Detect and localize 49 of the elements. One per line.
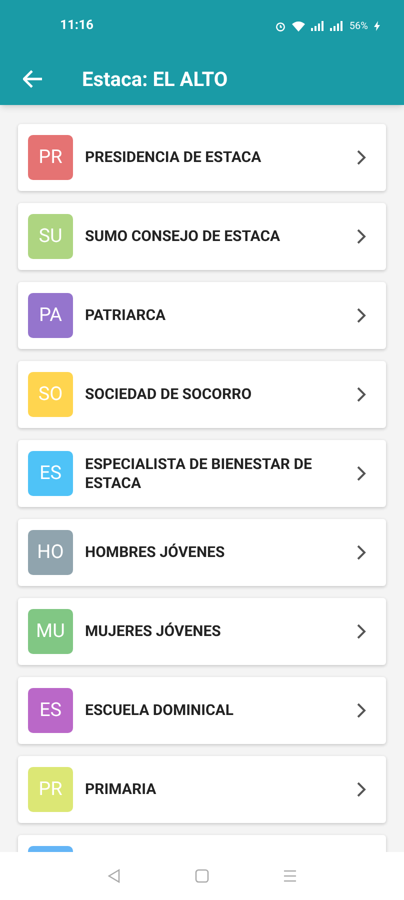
list-item-card[interactable]: ES ESCUELA DOMINICAL: [18, 677, 386, 744]
signal-icon: [311, 21, 324, 31]
list-item-card[interactable]: MU MUJERES JÓVENES: [18, 598, 386, 665]
signal-icon: [330, 21, 344, 31]
wifi-icon: [292, 20, 306, 32]
back-icon: [23, 70, 43, 88]
chevron-right-icon: [357, 782, 366, 797]
chevron-right-icon: [357, 150, 366, 165]
back-nav-icon[interactable]: [107, 869, 121, 883]
initials-avatar: ES: [28, 688, 73, 733]
initials-avatar: HO: [28, 530, 73, 575]
initials-avatar: PR: [28, 135, 73, 180]
item-label: HOMBRES JÓVENES: [85, 543, 226, 562]
initials-avatar: PA: [28, 293, 73, 338]
chevron-right-icon: [357, 466, 366, 481]
chevron-right-icon: [357, 387, 366, 402]
item-label: SOCIEDAD DE SOCORRO: [85, 385, 253, 404]
item-label: ESCUELA DOMINICAL: [85, 701, 234, 720]
charging-icon: [374, 21, 380, 31]
back-button[interactable]: [22, 68, 44, 90]
item-label: MUJERES JÓVENES: [85, 622, 222, 641]
list-item-card[interactable]: HO HOMBRES JÓVENES: [18, 519, 386, 586]
initials-avatar: PR: [28, 767, 73, 812]
item-label: ESPECIALISTA DE BIENESTAR DE ESTACA: [85, 454, 313, 492]
initials-avatar: SO: [28, 372, 73, 417]
app-bar-title: Estaca: EL ALTO: [82, 66, 228, 92]
initials-avatar: SU: [28, 214, 73, 259]
item-label: SUMO CONSEJO DE ESTACA: [85, 227, 282, 246]
list-item-card[interactable]: PR PRESIDENCIA DE ESTACA: [18, 124, 386, 191]
menu-nav-icon[interactable]: [283, 869, 297, 883]
chevron-right-icon: [357, 308, 366, 323]
initials-avatar: MU: [28, 609, 73, 654]
chevron-right-icon: [357, 624, 366, 639]
chevron-right-icon: [357, 229, 366, 244]
chevron-right-icon: [357, 545, 366, 560]
list-item-card[interactable]: SU SUMO CONSEJO DE ESTACA: [18, 203, 386, 270]
item-label: PRESIDENCIA DE ESTACA: [85, 148, 262, 167]
initials-avatar: ES: [28, 451, 73, 496]
home-nav-icon[interactable]: [195, 869, 209, 883]
battery-level: 56%: [349, 20, 368, 34]
alarm-icon: [275, 20, 286, 32]
list-item-card[interactable]: SO SOCIEDAD DE SOCORRO: [18, 361, 386, 428]
item-label: PATRIARCA: [85, 306, 167, 325]
status-time: 11:16: [60, 17, 94, 36]
item-label: PRIMARIA: [85, 780, 158, 799]
list-item-card[interactable]: ES ESPECIALISTA DE BIENESTAR DE ESTACA: [18, 440, 386, 507]
chevron-right-icon: [357, 703, 366, 718]
list-item-card[interactable]: PA PATRIARCA: [18, 282, 386, 349]
list-item-card[interactable]: PR PRIMARIA: [18, 756, 386, 823]
